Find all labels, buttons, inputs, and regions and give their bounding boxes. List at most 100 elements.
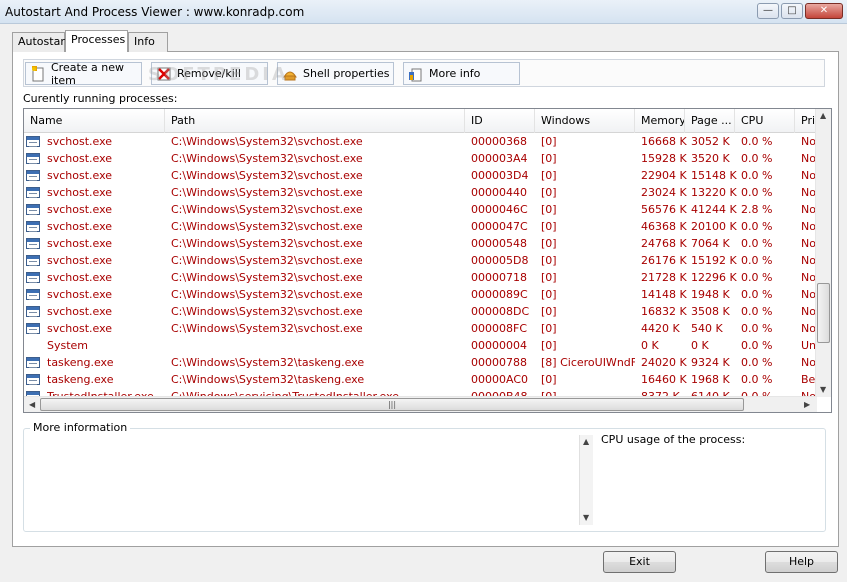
- process-id: 00000718: [471, 271, 527, 284]
- process-path: C:\Windows\System32\svchost.exe: [171, 288, 363, 301]
- process-window-icon: [26, 323, 40, 334]
- process-windows: [0]: [541, 220, 557, 233]
- process-memory: 22904 K: [641, 169, 687, 182]
- vertical-scrollbar[interactable]: ▲ ▼: [815, 109, 831, 397]
- process-path: C:\Windows\System32\svchost.exe: [171, 322, 363, 335]
- column-path[interactable]: Path: [165, 109, 465, 133]
- process-cpu: 0.0 %: [741, 169, 773, 182]
- process-windows: [0]: [541, 237, 557, 250]
- process-memory: 24020 K: [641, 356, 687, 369]
- table-row[interactable]: svchost.exe C:\Windows\System32\svchost.e…: [24, 167, 817, 184]
- table-row[interactable]: svchost.exe C:\Windows\System32\svchost.e…: [24, 184, 817, 201]
- info-scrollbar[interactable]: ▲ ▼: [579, 435, 593, 525]
- new-item-icon: [30, 65, 46, 82]
- info-scroll-up-icon[interactable]: ▲: [583, 437, 589, 446]
- shell-properties-label: Shell properties: [303, 67, 390, 80]
- table-row[interactable]: svchost.exe C:\Windows\System32\svchost.e…: [24, 269, 817, 286]
- process-path: C:\Windows\System32\svchost.exe: [171, 254, 363, 267]
- process-window-icon: [26, 170, 40, 181]
- process-windows: [0]: [541, 271, 557, 284]
- process-cpu: 0.0 %: [741, 339, 773, 352]
- process-path: C:\Windows\System32\taskeng.exe: [171, 356, 365, 369]
- process-id: 00000004: [471, 339, 527, 352]
- help-button[interactable]: Help: [765, 551, 838, 573]
- column-priority[interactable]: Pri: [795, 109, 817, 133]
- column-memory[interactable]: Memory: [635, 109, 685, 133]
- table-row[interactable]: taskeng.exe C:\Windows\System32\taskeng.e…: [24, 354, 817, 371]
- table-row[interactable]: svchost.exe C:\Windows\System32\svchost.e…: [24, 235, 817, 252]
- tab-processes[interactable]: Processes: [65, 30, 128, 52]
- column-page[interactable]: Page ...: [685, 109, 735, 133]
- table-row[interactable]: svchost.exe C:\Windows\System32\svchost.e…: [24, 303, 817, 320]
- process-cpu: 0.0 %: [741, 373, 773, 386]
- column-cpu[interactable]: CPU: [735, 109, 795, 133]
- process-page: 20100 K: [691, 220, 737, 233]
- process-memory: 4420 K: [641, 322, 680, 335]
- process-name: taskeng.exe: [47, 356, 114, 369]
- vertical-scroll-thumb[interactable]: [817, 283, 830, 343]
- process-cpu: 0.0 %: [741, 271, 773, 284]
- cpu-usage-caption: CPU usage of the process:: [601, 433, 746, 446]
- column-name[interactable]: Name: [24, 109, 165, 133]
- process-cpu: 0.0 %: [741, 152, 773, 165]
- column-windows[interactable]: Windows: [535, 109, 635, 133]
- window-title: Autostart And Process Viewer : www.konra…: [5, 5, 305, 19]
- scroll-left-icon[interactable]: ◀: [29, 400, 35, 409]
- remove-kill-button[interactable]: Remove/kill: [151, 62, 268, 85]
- minimize-button[interactable]: —: [757, 3, 779, 19]
- process-memory: 24768 K: [641, 237, 687, 250]
- process-window-icon: [26, 204, 40, 215]
- horizontal-scroll-thumb[interactable]: |||: [40, 398, 744, 411]
- table-row[interactable]: svchost.exe C:\Windows\System32\svchost.e…: [24, 150, 817, 167]
- table-row[interactable]: svchost.exe C:\Windows\System32\svchost.e…: [24, 133, 817, 150]
- process-name: svchost.exe: [47, 152, 113, 165]
- info-scroll-down-icon[interactable]: ▼: [583, 513, 589, 522]
- table-row[interactable]: svchost.exe C:\Windows\System32\svchost.e…: [24, 320, 817, 337]
- process-id: 000008DC: [471, 305, 530, 318]
- process-window-icon: [26, 153, 40, 164]
- process-path: C:\Windows\System32\svchost.exe: [171, 135, 363, 148]
- delete-icon: [156, 66, 172, 82]
- process-window-icon: [26, 289, 40, 300]
- process-name: svchost.exe: [47, 254, 113, 267]
- horizontal-scrollbar[interactable]: ◀ ||| ▶: [24, 396, 817, 412]
- process-page: 3508 K: [691, 305, 730, 318]
- process-list-caption: Curently running processes:: [23, 92, 178, 105]
- process-windows: [8] CiceroUIWndFra: [541, 356, 635, 369]
- more-info-label: More info: [429, 67, 481, 80]
- remove-kill-label: Remove/kill: [177, 67, 241, 80]
- process-path: C:\Windows\System32\svchost.exe: [171, 152, 363, 165]
- table-row[interactable]: svchost.exe C:\Windows\System32\svchost.e…: [24, 286, 817, 303]
- tab-autostart[interactable]: Autostart: [12, 32, 69, 52]
- process-page: 3520 K: [691, 152, 730, 165]
- table-row[interactable]: System 00000004 [0] 0 K0 K 0.0 % Un: [24, 337, 817, 354]
- close-button[interactable]: ✕: [805, 3, 843, 19]
- process-cpu: 0.0 %: [741, 135, 773, 148]
- process-name: svchost.exe: [47, 288, 113, 301]
- process-windows: [0]: [541, 186, 557, 199]
- tab-info[interactable]: Info: [128, 32, 168, 52]
- process-cpu: 0.0 %: [741, 254, 773, 267]
- shell-properties-button[interactable]: Shell properties: [277, 62, 394, 85]
- table-row[interactable]: taskeng.exe C:\Windows\System32\taskeng.e…: [24, 371, 817, 388]
- maximize-button[interactable]: □: [781, 3, 803, 19]
- exit-button[interactable]: Exit: [603, 551, 676, 573]
- more-info-button[interactable]: More info: [403, 62, 520, 85]
- process-list[interactable]: Name Path ID Windows Memory Page ... CPU…: [23, 108, 832, 413]
- column-id[interactable]: ID: [465, 109, 535, 133]
- info-icon: [408, 66, 424, 82]
- process-page: 1968 K: [691, 373, 730, 386]
- process-name: svchost.exe: [47, 237, 113, 250]
- table-row[interactable]: svchost.exe C:\Windows\System32\svchost.e…: [24, 218, 817, 235]
- scroll-right-icon[interactable]: ▶: [804, 400, 810, 409]
- scroll-down-icon[interactable]: ▼: [820, 385, 826, 394]
- process-window-icon: [26, 306, 40, 317]
- process-memory: 16460 K: [641, 373, 687, 386]
- table-row[interactable]: svchost.exe C:\Windows\System32\svchost.e…: [24, 252, 817, 269]
- scroll-up-icon[interactable]: ▲: [820, 111, 826, 120]
- process-memory: 21728 K: [641, 271, 687, 284]
- process-page: 3052 K: [691, 135, 730, 148]
- create-item-button[interactable]: Create a new item: [25, 61, 142, 87]
- table-row[interactable]: svchost.exe C:\Windows\System32\svchost.e…: [24, 201, 817, 218]
- process-page: 41244 K: [691, 203, 737, 216]
